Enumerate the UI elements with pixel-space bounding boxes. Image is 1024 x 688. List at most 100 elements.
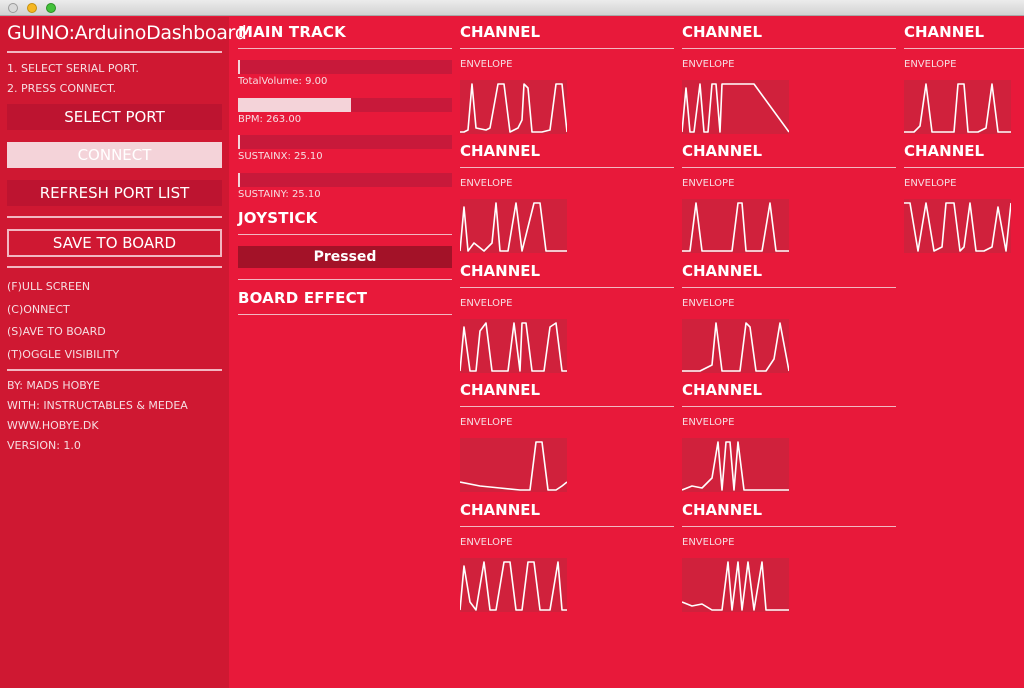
envelope-label: ENVELOPE (682, 178, 735, 189)
envelope-editor[interactable] (460, 438, 567, 492)
refresh-port-list-button[interactable]: REFRESH PORT LIST (7, 180, 222, 206)
divider (682, 167, 896, 168)
divider (7, 51, 222, 53)
divider (682, 526, 896, 527)
slider-fill (238, 60, 240, 74)
divider (7, 216, 222, 218)
channel-title: CHANNEL (682, 262, 763, 280)
channel-title: CHANNEL (460, 501, 541, 519)
sustainy-slider[interactable] (238, 173, 452, 187)
board-effect-title: BOARD EFFECT (238, 289, 368, 307)
envelope-editor[interactable] (682, 80, 789, 134)
envelope-editor[interactable] (682, 438, 789, 492)
divider (460, 167, 674, 168)
slider-fill (238, 173, 240, 187)
envelope-label: ENVELOPE (460, 417, 513, 428)
envelope-label: ENVELOPE (904, 178, 957, 189)
bpm-label: BPM: 263.00 (238, 114, 302, 125)
envelope-label: ENVELOPE (460, 537, 513, 548)
divider (904, 167, 1024, 168)
divider (460, 406, 674, 407)
envelope-label: ENVELOPE (460, 178, 513, 189)
channel-title: CHANNEL (460, 23, 541, 41)
credit-website: WWW.HOBYE.DK (7, 419, 99, 432)
channel-title: CHANNEL (460, 262, 541, 280)
channel-title: CHANNEL (682, 23, 763, 41)
divider (460, 48, 674, 49)
divider (7, 369, 222, 371)
divider (460, 287, 674, 288)
instruction-step-1: 1. SELECT SERIAL PORT. (7, 62, 139, 75)
divider (682, 287, 896, 288)
channel-title: CHANNEL (904, 142, 985, 160)
divider (238, 48, 452, 49)
envelope-editor[interactable] (682, 199, 789, 253)
envelope-wave (904, 202, 1011, 252)
envelope-wave (460, 322, 567, 372)
joystick-pressed-button[interactable]: Pressed (238, 246, 452, 268)
divider (238, 279, 452, 280)
envelope-label: ENVELOPE (682, 417, 735, 428)
connect-button[interactable]: CONNECT (7, 142, 222, 168)
envelope-wave (904, 83, 1011, 133)
main-track-title: MAIN TRACK (238, 23, 346, 41)
channel-title: CHANNEL (682, 381, 763, 399)
channel-title: CHANNEL (682, 501, 763, 519)
envelope-wave (460, 83, 567, 133)
envelope-editor[interactable] (682, 558, 789, 612)
envelope-wave (460, 561, 567, 611)
window-titlebar (0, 0, 1024, 16)
instruction-step-2: 2. PRESS CONNECT. (7, 82, 117, 95)
envelope-label: ENVELOPE (682, 298, 735, 309)
minimize-window-icon[interactable] (27, 3, 37, 13)
zoom-window-icon[interactable] (46, 3, 56, 13)
total-volume-slider[interactable] (238, 60, 452, 74)
envelope-wave (460, 202, 567, 252)
divider (238, 314, 452, 315)
slider-fill (238, 98, 352, 112)
divider (7, 266, 222, 268)
shortcut-fullscreen: (F)ULL SCREEN (7, 280, 91, 293)
total-volume-label: TotalVolume: 9.00 (238, 76, 328, 87)
divider (238, 234, 452, 235)
envelope-label: ENVELOPE (460, 59, 513, 70)
envelope-wave (460, 441, 567, 491)
envelope-label: ENVELOPE (682, 537, 735, 548)
credit-author: BY: MADS HOBYE (7, 379, 100, 392)
save-to-board-button[interactable]: SAVE TO BOARD (7, 229, 222, 257)
sidebar: GUINO:ArduinoDashboard 1. SELECT SERIAL … (0, 17, 247, 688)
channel-title: CHANNEL (904, 23, 985, 41)
sustainx-slider[interactable] (238, 135, 452, 149)
divider (682, 406, 896, 407)
envelope-wave (682, 83, 789, 133)
envelope-editor[interactable] (904, 80, 1011, 134)
sustainx-label: SUSTAINX: 25.10 (238, 151, 323, 162)
divider (460, 526, 674, 527)
shortcut-save: (S)AVE TO BOARD (7, 325, 106, 338)
divider (904, 48, 1024, 49)
sustainy-label: SUSTAINY: 25.10 (238, 189, 321, 200)
envelope-wave (682, 202, 789, 252)
envelope-editor[interactable] (682, 319, 789, 373)
envelope-wave (682, 322, 789, 372)
close-window-icon[interactable] (8, 3, 18, 13)
select-port-button[interactable]: SELECT PORT (7, 104, 222, 130)
slider-fill (238, 135, 240, 149)
bpm-slider[interactable] (238, 98, 452, 112)
envelope-label: ENVELOPE (460, 298, 513, 309)
envelope-editor[interactable] (460, 558, 567, 612)
shortcut-toggle-visibility: (T)OGGLE VISIBILITY (7, 348, 120, 361)
joystick-title: JOYSTICK (238, 209, 318, 227)
credit-with: WITH: INSTRUCTABLES & MEDEA (7, 399, 188, 412)
envelope-label: ENVELOPE (682, 59, 735, 70)
envelope-editor[interactable] (460, 319, 567, 373)
envelope-editor[interactable] (904, 199, 1011, 253)
envelope-editor[interactable] (460, 80, 567, 134)
envelope-wave (682, 561, 789, 611)
divider (682, 48, 896, 49)
channel-title: CHANNEL (460, 381, 541, 399)
credit-version: VERSION: 1.0 (7, 439, 81, 452)
app-title: GUINO:ArduinoDashboard (7, 22, 247, 44)
channel-title: CHANNEL (460, 142, 541, 160)
envelope-editor[interactable] (460, 199, 567, 253)
